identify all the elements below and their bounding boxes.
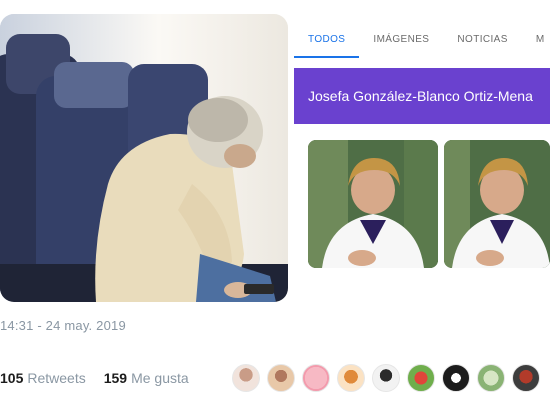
tab-todos[interactable]: TODOS bbox=[294, 26, 360, 58]
knowledge-panel-title[interactable]: Josefa González-Blanco Ortiz-Mena bbox=[294, 68, 550, 124]
avatar[interactable] bbox=[442, 364, 470, 392]
result-image[interactable] bbox=[444, 140, 550, 268]
avatar[interactable] bbox=[267, 364, 295, 392]
search-tabs: TODOS IMÁGENES NOTICIAS M bbox=[294, 26, 550, 58]
tab-more[interactable]: M bbox=[522, 26, 550, 58]
result-image[interactable] bbox=[308, 140, 438, 268]
tab-imagenes[interactable]: IMÁGENES bbox=[359, 26, 443, 58]
likes-label[interactable]: Me gusta bbox=[131, 370, 189, 386]
tweet-photo[interactable] bbox=[0, 14, 288, 302]
tweet-stats: 105 Retweets 159 Me gusta bbox=[0, 370, 189, 386]
avatar[interactable] bbox=[232, 364, 260, 392]
avatar[interactable] bbox=[407, 364, 435, 392]
avatar[interactable] bbox=[477, 364, 505, 392]
tab-noticias[interactable]: NOTICIAS bbox=[443, 26, 521, 58]
tweet-timestamp[interactable]: 14:31 - 24 may. 2019 bbox=[0, 318, 126, 333]
retweets-label[interactable]: Retweets bbox=[27, 370, 85, 386]
avatar[interactable] bbox=[302, 364, 330, 392]
liker-avatars bbox=[232, 364, 540, 392]
avatar[interactable] bbox=[337, 364, 365, 392]
avatar[interactable] bbox=[372, 364, 400, 392]
retweets-count[interactable]: 105 bbox=[0, 370, 23, 386]
likes-count[interactable]: 159 bbox=[104, 370, 127, 386]
avatar[interactable] bbox=[512, 364, 540, 392]
